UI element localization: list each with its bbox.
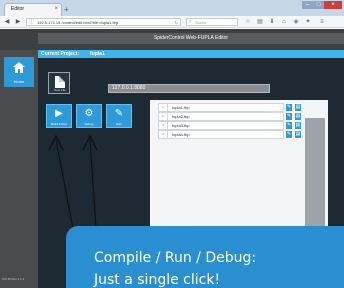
- caption-line-2: Just a single click!: [94, 272, 221, 288]
- browser-window: Editor × + – □ × ◀ ▶ ⓘ 192.5.172.15 /con…: [0, 0, 344, 288]
- caption-box: Compile / Run / Debug: Just a single cli…: [66, 226, 344, 288]
- caption-line-1: Compile / Run / Debug:: [94, 250, 257, 266]
